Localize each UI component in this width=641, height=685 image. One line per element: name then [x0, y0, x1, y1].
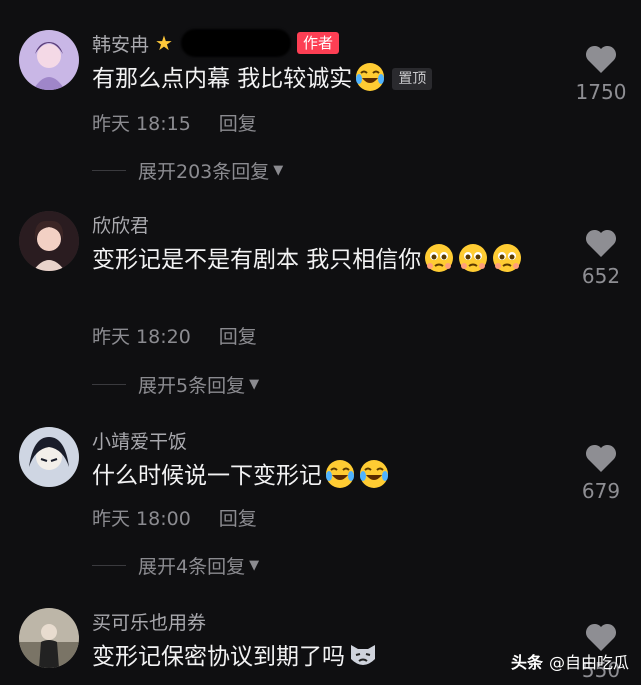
avatar[interactable]: [19, 211, 79, 271]
expand-replies-label: 展开203条回复: [138, 161, 270, 183]
comment-time: 昨天 18:20: [92, 326, 191, 348]
expand-replies-label: 展开4条回复: [138, 556, 246, 578]
expand-replies-button[interactable]: 展开5条回复 ▼: [92, 371, 259, 398]
name-row: 买可乐也用券: [92, 608, 206, 634]
username[interactable]: 小靖爱干饭: [92, 427, 187, 454]
name-row: 欣欣君: [92, 211, 149, 237]
comment-meta: 昨天 18:20 回复: [92, 322, 257, 349]
comment-text: 变形记保密协议到期了吗: [92, 638, 541, 677]
comment-text: 什么时候说一下变形记: [92, 457, 541, 496]
username[interactable]: 韩安冉: [92, 30, 149, 57]
divider: [92, 170, 126, 171]
watermark-brand: 头条: [510, 653, 543, 672]
caret-down-icon: ▼: [249, 377, 260, 392]
name-row: 小靖爱干饭: [92, 427, 187, 453]
avatar[interactable]: [19, 427, 79, 487]
pleading-emoji-icon: [459, 244, 488, 272]
reply-button[interactable]: 回复: [219, 113, 257, 135]
comment-meta: 昨天 18:15 回复: [92, 109, 257, 136]
divider: [92, 565, 126, 566]
watermark-account: @自由吃瓜: [548, 653, 629, 672]
heart-icon: [585, 229, 617, 257]
expand-replies-button[interactable]: 展开203条回复 ▼: [92, 157, 283, 184]
expand-replies-button[interactable]: 展开4条回复 ▼: [92, 552, 259, 579]
heart-icon: [585, 45, 617, 73]
caret-down-icon: ▼: [273, 163, 284, 178]
name-row: 韩安冉 ★ 作者: [92, 29, 339, 57]
comment-time: 昨天 18:15: [92, 113, 191, 135]
comment-text-content: 什么时候说一下变形记: [92, 463, 322, 489]
reply-button[interactable]: 回复: [219, 508, 257, 530]
pleading-emoji-icon: [493, 244, 522, 272]
laugh-cry-emoji-icon: [326, 460, 354, 488]
avatar[interactable]: [19, 608, 79, 668]
like-button[interactable]: 652: [570, 228, 632, 288]
username[interactable]: 欣欣君: [92, 211, 149, 238]
username[interactable]: 买可乐也用券: [92, 608, 206, 635]
like-count: 679: [581, 479, 621, 503]
reply-button[interactable]: 回复: [219, 326, 257, 348]
laugh-cry-emoji-icon: [360, 460, 388, 488]
star-badge-icon: ★: [155, 31, 173, 55]
pinned-tag: 置顶: [392, 68, 433, 90]
author-tag: 作者: [296, 32, 339, 54]
caret-down-icon: ▼: [249, 558, 260, 573]
like-count: 652: [581, 264, 621, 288]
comment-text-content: 变形记是不是有剧本 我只相信你: [92, 247, 422, 273]
comment-time: 昨天 18:00: [92, 508, 191, 530]
expand-replies-label: 展开5条回复: [138, 375, 246, 397]
comment-text: 变形记是不是有剧本 我只相信你: [92, 241, 541, 280]
like-count: 1750: [575, 80, 627, 104]
like-button[interactable]: 1750: [570, 44, 632, 104]
watermark: 头条 @自由吃瓜: [511, 649, 629, 673]
comment-text-content: 变形记保密协议到期了吗: [92, 644, 345, 670]
comment-text: 有那么点内幕 我比较诚实 置顶: [92, 60, 541, 99]
heart-icon: [585, 623, 617, 651]
avatar[interactable]: [19, 30, 79, 90]
comment-meta: 昨天 18:00 回复: [92, 504, 257, 531]
like-button[interactable]: 679: [570, 443, 632, 503]
laugh-cry-emoji-icon: [356, 63, 385, 91]
heart-icon: [585, 444, 617, 472]
redacted-area: [180, 29, 291, 57]
comment-text-content: 有那么点内幕 我比较诚实: [92, 66, 353, 92]
divider: [92, 384, 126, 385]
pleading-emoji-icon: [425, 244, 454, 272]
cat-face-emoji-icon: [351, 645, 375, 665]
